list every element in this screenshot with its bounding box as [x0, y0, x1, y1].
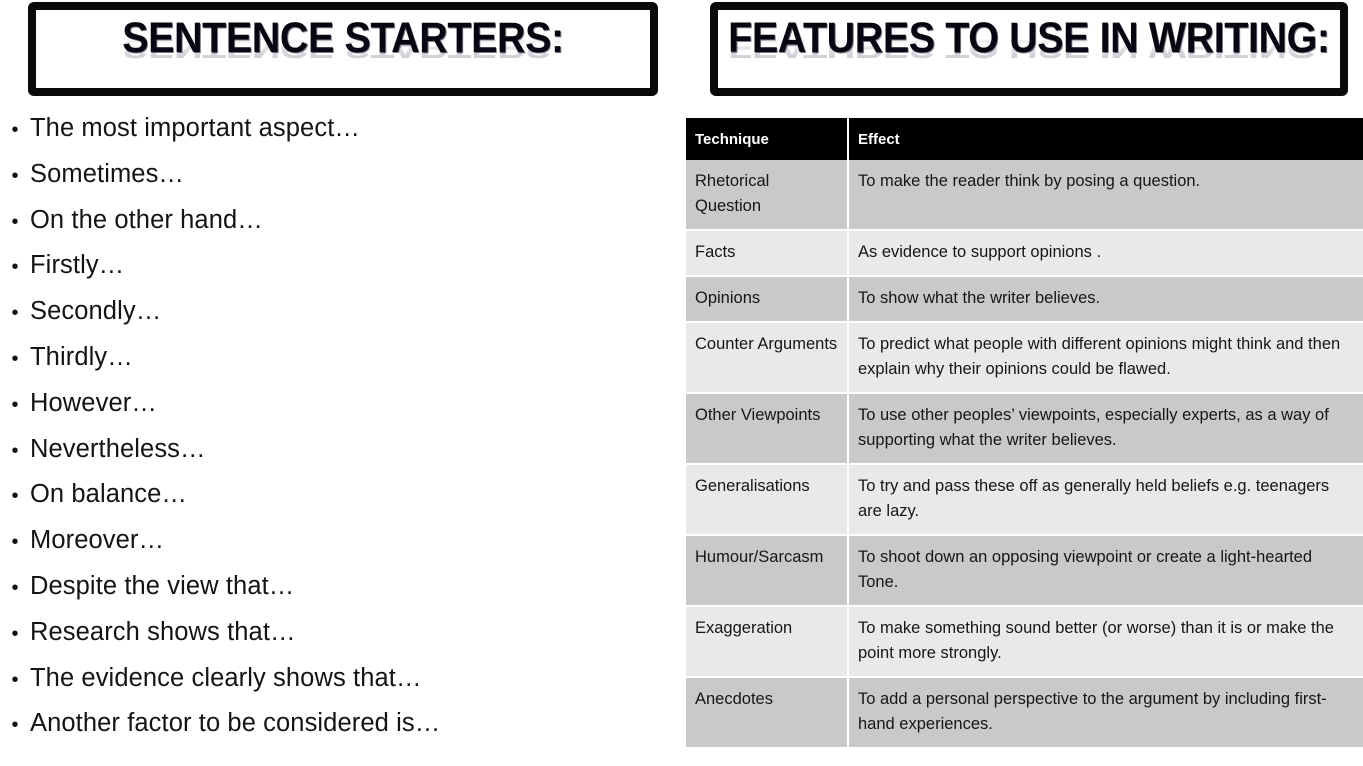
cell-effect: To try and pass these off as generally h… — [848, 464, 1363, 536]
cell-technique: Rhetorical Question — [686, 160, 849, 231]
table-row: Generalisations To try and pass these of… — [686, 464, 1363, 536]
list-item-label: Another factor to be considered is… — [30, 709, 441, 738]
bullet-point-icon: • — [11, 439, 19, 462]
features-table: Technique Effect Rhetorical Question To … — [686, 118, 1363, 749]
list-item-label: However… — [30, 388, 157, 417]
bullet-point-icon: • — [11, 622, 19, 645]
list-item-label: Research shows that… — [30, 617, 296, 646]
cell-effect: To shoot down an opposing viewpoint or c… — [848, 535, 1363, 607]
list-item: • Another factor to be considered is… — [0, 708, 660, 754]
list-item: • On the other hand… — [0, 205, 660, 251]
cell-technique: Exaggeration — [686, 606, 849, 678]
table-row: Counter Arguments To predict what people… — [686, 322, 1363, 394]
list-item: • Secondly… — [0, 296, 660, 342]
title-stack: FEATURES TO USE IN WRITING: FEATURES TO … — [718, 10, 1340, 88]
list-item: • Research shows that… — [0, 617, 660, 663]
list-item: • Despite the view that… — [0, 571, 660, 617]
table-row: Anecdotes To add a personal perspective … — [686, 677, 1363, 749]
cell-technique: Generalisations — [686, 464, 849, 536]
list-item: • Firstly… — [0, 250, 660, 296]
list-item-label: Nevertheless… — [30, 434, 206, 463]
list-item-label: The most important aspect… — [30, 114, 360, 142]
table-row: Opinions To show what the writer believe… — [686, 276, 1363, 323]
list-item-label: Despite the view that… — [30, 571, 295, 600]
list-item-label: The evidence clearly shows that… — [30, 663, 422, 692]
sentence-starters-list: • The most important aspect… • Sometimes… — [0, 113, 660, 754]
table-row: Rhetorical Question To make the reader t… — [686, 160, 1363, 231]
list-item: • On balance… — [0, 479, 660, 525]
cell-technique: Opinions — [686, 276, 849, 323]
sentence-starters-title-box: SENTENCE STARTERS: SENTENCE STARTERS: — [28, 2, 658, 96]
column-header-technique: Technique — [686, 118, 849, 160]
bullet-point-icon: • — [11, 485, 19, 508]
table-row: Facts As evidence to support opinions . — [686, 230, 1363, 277]
list-item: • Sometimes… — [0, 159, 660, 205]
bullet-point-icon: • — [11, 531, 19, 554]
cell-effect: To use other peoples’ viewpoints, especi… — [848, 393, 1363, 465]
bullet-point-icon: • — [11, 347, 19, 370]
cell-technique: Anecdotes — [686, 677, 849, 749]
title-stack: SENTENCE STARTERS: SENTENCE STARTERS: — [36, 10, 650, 88]
cell-effect: To show what the writer believes. — [848, 276, 1363, 323]
bullet-point-icon: • — [11, 714, 19, 737]
cell-effect: To make something sound better (or worse… — [848, 606, 1363, 678]
bullet-point-icon: • — [11, 393, 19, 416]
list-item: • However… — [0, 388, 660, 434]
table-body: Rhetorical Question To make the reader t… — [686, 160, 1363, 749]
table-row: Other Viewpoints To use other peoples’ v… — [686, 393, 1363, 465]
sentence-starters-title-reflection: SENTENCE STARTERS: — [122, 33, 564, 63]
list-item-label: Sometimes… — [30, 159, 185, 188]
cell-effect: As evidence to support opinions . — [848, 230, 1363, 277]
cell-technique: Other Viewpoints — [686, 393, 849, 465]
slide-canvas: SENTENCE STARTERS: SENTENCE STARTERS: FE… — [0, 0, 1363, 766]
list-item-label: Firstly… — [30, 251, 125, 280]
cell-technique: Facts — [686, 230, 849, 277]
cell-effect: To make the reader think by posing a que… — [848, 160, 1363, 231]
list-item: • Nevertheless… — [0, 434, 660, 480]
list-item-label: On balance… — [30, 480, 188, 509]
list-item-label: Thirdly… — [30, 342, 133, 371]
features-title-reflection: FEATURES TO USE IN WRITING: — [728, 33, 1330, 63]
list-item-label: On the other hand… — [30, 205, 263, 234]
bullet-point-icon: • — [11, 210, 19, 233]
bullet-point-icon: • — [11, 302, 19, 325]
cell-effect: To add a personal perspective to the arg… — [848, 677, 1363, 749]
list-item: • Moreover… — [0, 525, 660, 571]
cell-technique: Counter Arguments — [686, 322, 849, 394]
table-header-row: Technique Effect — [686, 118, 1363, 160]
bullet-point-icon: • — [11, 256, 19, 279]
list-item: • The most important aspect… — [0, 113, 660, 159]
cell-technique: Humour/Sarcasm — [686, 535, 849, 607]
bullet-point-icon: • — [11, 668, 19, 691]
column-header-effect: Effect — [848, 118, 1363, 160]
list-item-label: Moreover… — [30, 526, 165, 555]
table-header: Technique Effect — [686, 118, 1363, 160]
bullet-point-icon: • — [11, 576, 19, 599]
cell-effect: To predict what people with different op… — [848, 322, 1363, 394]
table-row: Humour/Sarcasm To shoot down an opposing… — [686, 535, 1363, 607]
bullet-point-icon: • — [11, 119, 19, 141]
list-item: • Thirdly… — [0, 342, 660, 388]
list-item: • The evidence clearly shows that… — [0, 663, 660, 709]
list-item-label: Secondly… — [30, 297, 162, 326]
features-title-box: FEATURES TO USE IN WRITING: FEATURES TO … — [710, 2, 1348, 96]
table-row: Exaggeration To make something sound bet… — [686, 606, 1363, 678]
bullet-point-icon: • — [11, 164, 19, 187]
